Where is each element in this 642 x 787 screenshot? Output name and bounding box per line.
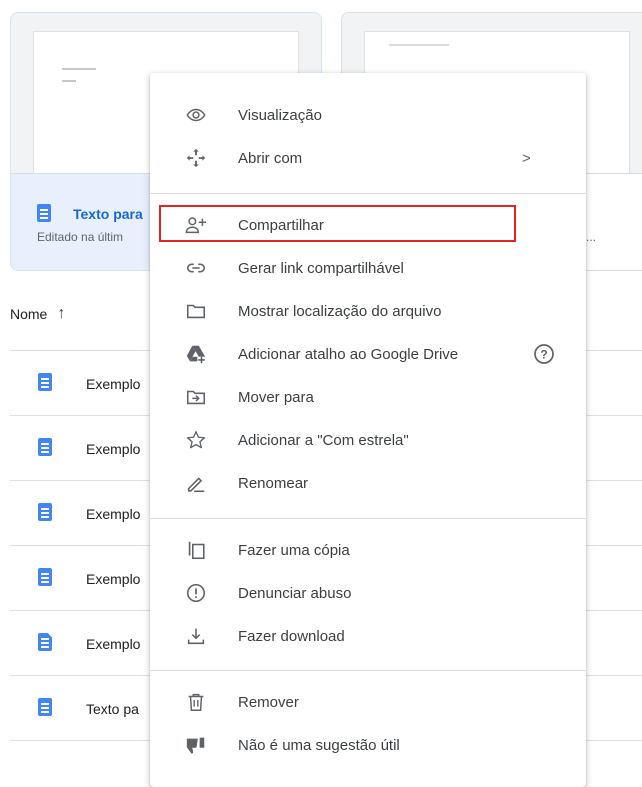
thumb-down-icon [184, 733, 208, 757]
file-name: Exemplo [86, 441, 141, 457]
card-subtitle: Editado na últim [37, 230, 124, 244]
menu-item-move-to[interactable]: Mover para [150, 378, 586, 416]
folder-icon [184, 299, 208, 323]
menu-item-label: Não é uma sugestão útil [238, 736, 400, 754]
file-name: Exemplo [86, 506, 141, 522]
menu-item-preview[interactable]: Visualização [150, 96, 586, 134]
column-header-label: Nome [10, 306, 48, 322]
add-person-icon [184, 213, 208, 237]
menu-item-label: Mostrar localização do arquivo [238, 302, 442, 320]
file-name: Exemplo [86, 571, 141, 587]
move-arrows-icon [184, 146, 208, 170]
menu-item-not-helpful[interactable]: Não é uma sugestão útil [150, 726, 586, 764]
menu-item-download[interactable]: Fazer download [150, 617, 586, 655]
menu-item-label: Adicionar a "Com estrela" [238, 431, 409, 449]
google-docs-icon [38, 698, 52, 716]
drive-shortcut-icon [184, 342, 208, 366]
chevron-right-icon: > [522, 149, 531, 167]
menu-item-label: Visualização [238, 106, 322, 124]
word-document-icon [38, 633, 52, 651]
menu-item-open-with[interactable]: Abrir com > [150, 139, 586, 177]
google-docs-icon [38, 568, 52, 586]
alert-icon [184, 581, 208, 605]
menu-item-label: Fazer uma cópia [238, 541, 350, 559]
menu-item-show-location[interactable]: Mostrar localização do arquivo [150, 292, 586, 330]
menu-item-label: Mover para [238, 388, 314, 406]
menu-item-add-star[interactable]: Adicionar a "Com estrela" [150, 421, 586, 459]
menu-item-label: Abrir com [238, 149, 303, 167]
file-name: Texto pa [86, 701, 139, 717]
link-icon [184, 256, 208, 280]
google-docs-icon [38, 438, 52, 456]
menu-item-label: Remover [238, 693, 299, 711]
card-title: Texto para [73, 206, 143, 222]
menu-divider [150, 518, 586, 519]
context-menu: Visualização Abrir com > Compartilhar Ge… [150, 73, 586, 787]
menu-item-get-link[interactable]: Gerar link compartilhável [150, 249, 586, 287]
sort-arrow-up-icon[interactable]: ↑ [57, 305, 65, 323]
menu-item-label: Compartilhar [238, 216, 324, 234]
download-icon [184, 624, 208, 648]
help-glyph: ? [540, 348, 547, 362]
menu-item-label: Renomear [238, 474, 309, 492]
menu-item-label: Fazer download [238, 627, 345, 645]
menu-item-add-shortcut[interactable]: Adicionar atalho ao Google Drive ? [150, 335, 586, 373]
trash-icon [184, 690, 208, 714]
menu-item-share[interactable]: Compartilhar [150, 206, 586, 244]
pencil-icon [184, 471, 208, 495]
menu-divider [150, 670, 586, 671]
move-to-folder-icon [184, 385, 208, 409]
menu-item-remove[interactable]: Remover [150, 683, 586, 721]
google-docs-icon [37, 204, 51, 222]
menu-item-label: Denunciar abuso [238, 584, 352, 602]
menu-item-make-copy[interactable]: Fazer uma cópia [150, 531, 586, 569]
menu-item-label: Adicionar atalho ao Google Drive [238, 345, 459, 363]
menu-item-rename[interactable]: Renomear [150, 464, 586, 502]
menu-divider [150, 193, 586, 194]
google-docs-icon [38, 503, 52, 521]
menu-item-label: Gerar link compartilhável [238, 259, 404, 277]
copy-icon [184, 538, 208, 562]
eye-icon [184, 103, 208, 127]
name-column-header[interactable]: Nome ↑ [10, 305, 65, 323]
google-docs-icon [38, 373, 52, 391]
star-icon [184, 428, 208, 452]
file-name: Exemplo [86, 636, 141, 652]
menu-item-report-abuse[interactable]: Denunciar abuso [150, 574, 586, 612]
file-name: Exemplo [86, 376, 141, 392]
help-icon[interactable]: ? [532, 342, 556, 366]
